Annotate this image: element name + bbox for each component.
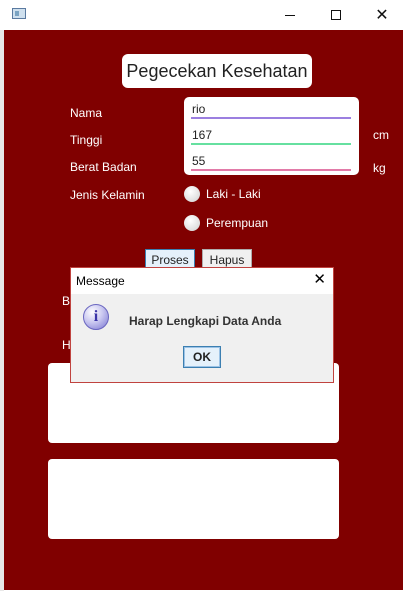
result-textarea-2[interactable] <box>48 459 339 539</box>
jenis-kelamin-label: Jenis Kelamin <box>70 188 145 202</box>
dialog-message: Harap Lengkapi Data Anda <box>129 314 282 328</box>
tinggi-unit: cm <box>373 128 389 142</box>
page-title: Pegecekan Kesehatan <box>122 54 312 88</box>
message-dialog: Message ✕ i Harap Lengkapi Data Anda OK <box>70 267 334 383</box>
berat-unit: kg <box>373 161 386 175</box>
partial-label-b: B <box>62 294 71 308</box>
nama-input[interactable] <box>192 101 352 117</box>
close-icon: ✕ <box>375 5 389 24</box>
tinggi-label: Tinggi <box>70 133 103 147</box>
radio-laki-laki[interactable]: Laki - Laki <box>184 186 261 202</box>
radio-label: Perempuan <box>206 216 269 230</box>
minimize-button[interactable] <box>267 0 313 30</box>
tinggi-underline <box>191 143 351 145</box>
radio-label: Laki - Laki <box>206 187 261 201</box>
radio-perempuan[interactable]: Perempuan <box>184 215 268 231</box>
info-icon: i <box>83 304 109 330</box>
maximize-button[interactable] <box>313 0 359 30</box>
nama-label: Nama <box>70 106 103 120</box>
berat-field[interactable] <box>184 149 359 175</box>
minimize-icon <box>285 14 295 16</box>
close-button[interactable]: ✕ <box>359 0 404 30</box>
dialog-close-icon[interactable]: ✕ <box>313 272 326 287</box>
berat-input[interactable] <box>192 153 352 169</box>
dialog-title: Message <box>76 274 125 288</box>
radio-circle[interactable] <box>184 215 200 231</box>
nama-field[interactable] <box>184 97 359 123</box>
window-titlebar: ✕ <box>0 0 404 30</box>
berat-label: Berat Badan <box>70 160 137 174</box>
nama-underline <box>191 117 351 119</box>
radio-circle[interactable] <box>184 186 200 202</box>
tinggi-input[interactable] <box>192 127 352 143</box>
app-window-icon <box>12 8 26 19</box>
ok-button[interactable]: OK <box>183 346 221 368</box>
maximize-icon <box>331 10 341 20</box>
tinggi-field[interactable] <box>184 123 359 149</box>
dialog-titlebar: Message ✕ <box>71 268 333 294</box>
berat-underline <box>191 169 351 171</box>
